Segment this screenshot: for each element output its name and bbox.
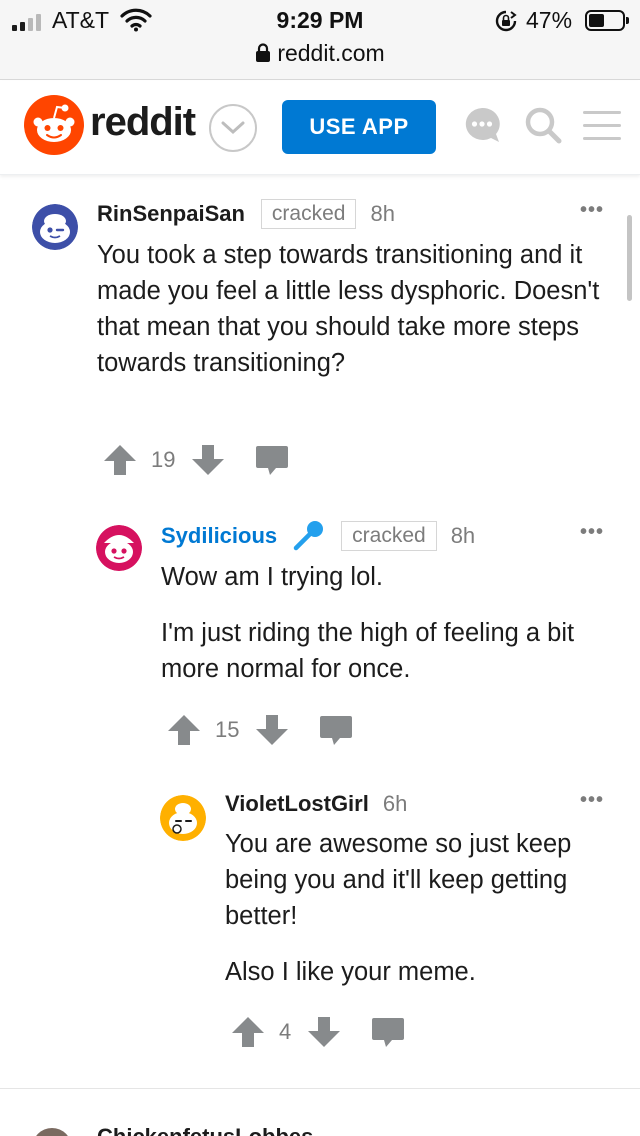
upvote-arrow-icon[interactable] [103,443,137,477]
vote-count: 15 [215,717,240,742]
chat-icon[interactable] [462,105,502,145]
comment-paragraph: You took a step towards transitioning an… [97,241,600,377]
comment-age: 8h [370,201,395,226]
reply-comment-icon[interactable] [371,1016,405,1048]
comment-body: Wow am I trying lol. I'm just riding the… [161,559,611,687]
user-avatar-icon[interactable] [160,795,206,841]
downvote-arrow-icon[interactable] [307,1015,341,1049]
address-bar[interactable]: reddit.com [0,40,640,67]
comment-username[interactable]: ChickenfetusLobbes [97,1124,313,1136]
battery-level-fill [589,14,604,27]
downvote-arrow-icon[interactable] [191,443,225,477]
use-app-button[interactable]: USE APP [282,100,436,154]
battery-percent: 47% [526,7,573,33]
downvote-arrow-icon[interactable] [255,713,289,747]
upvote-arrow-icon[interactable] [231,1015,265,1049]
comment-body: You are awesome so just keep being you a… [225,826,610,990]
rotation-lock-icon [495,10,517,32]
microphone-icon [293,521,324,551]
scrollbar[interactable] [627,215,632,301]
hamburger-menu-icon[interactable] [582,109,622,143]
more-options-icon[interactable]: ••• [580,521,604,544]
comment-body: You took a step towards transitioning an… [97,237,607,381]
battery-icon [585,10,629,31]
url-text: reddit.com [277,40,385,66]
reddit-logo-icon[interactable] [24,95,84,155]
comment-paragraph: Wow am I trying lol. [161,563,384,591]
user-flair: cracked [341,521,437,551]
more-options-icon[interactable]: ••• [580,789,604,812]
user-avatar-icon[interactable] [32,204,78,250]
lock-icon [256,43,271,62]
comment-paragraph: Also I like your meme. [225,958,476,986]
comment-username[interactable]: RinSenpaiSan [97,201,245,227]
reply-comment-icon[interactable] [255,444,289,476]
app-header: reddit USE APP [0,81,640,175]
reddit-wordmark[interactable]: reddit [90,100,196,145]
search-icon[interactable] [523,105,563,145]
comment-username[interactable]: VioletLostGirl [225,791,369,817]
comment-age: 8h [450,523,476,548]
user-avatar-icon[interactable] [96,525,142,571]
vote-count: 4 [279,1019,292,1044]
vote-count: 19 [151,447,176,472]
reply-comment-icon[interactable] [319,714,353,746]
thread-divider [0,1088,640,1089]
more-options-icon[interactable]: ••• [580,199,604,222]
user-avatar-icon[interactable] [32,1128,72,1136]
comment-paragraph: I'm just riding the high of feeling a bi… [161,619,575,683]
comment-paragraph: You are awesome so just keep being you a… [225,830,572,930]
chevron-down-icon[interactable] [209,104,257,152]
status-bar: AT&T 9:29 PM 47% reddit.com [0,0,640,80]
upvote-arrow-icon[interactable] [167,713,201,747]
comment-username[interactable]: Sydilicious [161,523,277,549]
user-flair: cracked [260,199,357,229]
comment-age: 6h [382,791,408,816]
